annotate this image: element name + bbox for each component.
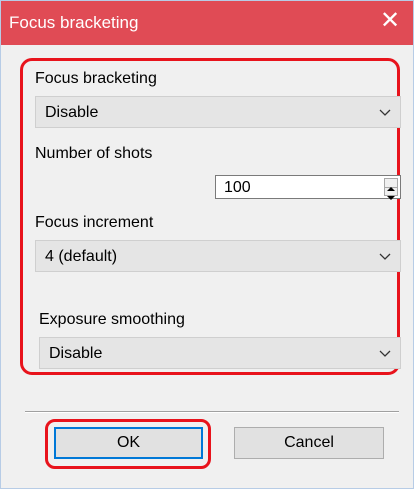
number-of-shots-value: 100 [224,179,251,196]
chevron-down-icon [379,253,391,260]
chevron-down-icon [379,109,391,116]
number-of-shots-stepper[interactable]: 100 [215,175,401,200]
focus-bracketing-label: Focus bracketing [35,70,157,87]
close-icon[interactable]: ✕ [375,5,405,37]
cancel-button[interactable]: Cancel [234,427,384,459]
ok-button[interactable]: OK [54,427,203,459]
focus-bracketing-select[interactable]: Disable [35,96,401,128]
dialog-title: Focus bracketing [9,13,139,32]
exposure-smoothing-value: Disable [49,345,103,362]
focus-increment-label: Focus increment [35,214,154,231]
number-of-shots-label: Number of shots [35,145,153,162]
stepper-up-button[interactable] [385,179,397,191]
chevron-down-icon [379,350,391,357]
title-bar: Focus bracketing ✕ [1,1,413,45]
focus-increment-select[interactable]: 4 (default) [35,240,401,272]
exposure-smoothing-select[interactable]: Disable [39,337,401,369]
stepper-buttons [384,178,398,200]
focus-increment-value: 4 (default) [45,248,118,265]
dialog-window: Focus bracketing ✕ Focus bracketing Disa… [0,0,414,489]
triangle-down-icon [387,196,395,200]
exposure-smoothing-label: Exposure smoothing [39,311,185,328]
button-separator [25,411,399,413]
focus-bracketing-value: Disable [45,104,99,121]
stepper-down-button[interactable] [385,188,397,200]
